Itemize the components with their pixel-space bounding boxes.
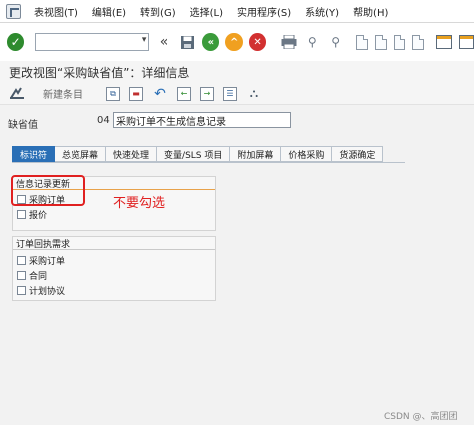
delete-icon[interactable]: ▬ bbox=[129, 86, 143, 101]
prev-page-icon[interactable] bbox=[375, 34, 387, 50]
checkbox-row-ack-purchase-order: 采购订单 bbox=[17, 254, 66, 267]
back-icon[interactable]: « bbox=[202, 33, 220, 51]
select-block-icon[interactable]: ☰ bbox=[223, 86, 237, 101]
menu-utilities[interactable]: 实用程序(S) bbox=[230, 4, 298, 19]
next-entry-icon[interactable]: → bbox=[200, 86, 214, 101]
tab-price-purchasing[interactable]: 价格采购 bbox=[281, 146, 333, 162]
default-value-description: 采购订单不生成信息记录 bbox=[116, 116, 226, 128]
transport-icon[interactable]: ⛬ bbox=[246, 86, 262, 101]
checkbox-row-schedule-agreement: 计划协议 bbox=[17, 284, 66, 297]
tab-variant-sls-item[interactable]: 变量/SLS 项目 bbox=[157, 146, 231, 162]
first-page-icon[interactable] bbox=[356, 34, 369, 50]
application-toolbar: 新建条目 ⧉ ▬ ↶ ← → ☰ ⛬ bbox=[0, 83, 474, 105]
shortcut-icon[interactable] bbox=[458, 35, 474, 49]
checkbox-ack-purchase-order[interactable] bbox=[17, 255, 26, 265]
title-bar: 更改视图“采购缺省值”：详细信息 bbox=[0, 61, 474, 83]
menu-goto[interactable]: 转到(G) bbox=[133, 4, 183, 19]
checkbox-label: 合同 bbox=[29, 271, 48, 282]
find-next-icon[interactable]: ⚲ bbox=[327, 33, 344, 51]
menu-help[interactable]: 帮助(H) bbox=[346, 4, 395, 19]
display-change-icon[interactable] bbox=[9, 86, 25, 101]
checkbox-schedule-agreement[interactable] bbox=[17, 285, 26, 295]
tabstrip: 标识符 总览屏幕 快速处理 变量/SLS 项目 附加屏幕 价格采购 货源确定 bbox=[12, 146, 384, 162]
checkbox-row-quotation: 报价 bbox=[17, 208, 48, 221]
checkbox-quotation[interactable] bbox=[17, 209, 26, 219]
back-double-icon[interactable]: « bbox=[155, 33, 172, 51]
command-field[interactable]: ▾ bbox=[35, 33, 150, 51]
print-icon[interactable] bbox=[280, 33, 297, 51]
menu-edit[interactable]: 编辑(E) bbox=[85, 4, 133, 19]
sap-menu-icon[interactable] bbox=[6, 3, 21, 19]
copy-as-icon[interactable]: ⧉ bbox=[106, 86, 120, 101]
save-icon[interactable] bbox=[179, 33, 196, 51]
checkbox-label: 采购订单 bbox=[29, 256, 66, 267]
cancel-icon[interactable]: ✕ bbox=[248, 33, 267, 51]
group-order-ack-requirement: 订单回执需求 采购订单 合同 计划协议 bbox=[12, 236, 216, 301]
new-entries-button[interactable]: 新建条目 bbox=[43, 86, 83, 101]
exit-icon[interactable]: ^ bbox=[225, 33, 243, 51]
next-page-icon[interactable] bbox=[393, 34, 406, 50]
menu-bar: 表视图(T) 编辑(E) 转到(G) 选择(L) 实用程序(S) 系统(Y) 帮… bbox=[0, 0, 474, 23]
tab-identifier[interactable]: 标识符 bbox=[12, 146, 56, 162]
chevron-down-icon[interactable]: ▾ bbox=[142, 35, 147, 45]
checkbox-label: 计划协议 bbox=[29, 286, 66, 297]
checkbox-contract[interactable] bbox=[17, 270, 26, 280]
checkbox-label: 报价 bbox=[29, 210, 48, 221]
menu-selection[interactable]: 选择(L) bbox=[183, 4, 230, 19]
tab-additional-screen[interactable]: 附加屏幕 bbox=[230, 146, 282, 162]
checkbox-row-contract: 合同 bbox=[17, 269, 48, 282]
default-value-key: 04 bbox=[97, 114, 110, 126]
group-divider bbox=[13, 249, 215, 250]
annotation-highlight-box bbox=[11, 175, 85, 206]
standard-toolbar: ✓ ▾ « « ^ ✕ ⚲ ⚲ bbox=[0, 23, 474, 61]
tab-fast-processing[interactable]: 快速处理 bbox=[106, 146, 158, 162]
undo-icon[interactable]: ↶ bbox=[152, 86, 168, 102]
menu-table-view[interactable]: 表视图(T) bbox=[27, 4, 85, 19]
annotation-note: 不要勾选 bbox=[113, 196, 166, 211]
menu-system[interactable]: 系统(Y) bbox=[298, 4, 346, 19]
page-title: 更改视图“采购缺省值”：详细信息 bbox=[9, 65, 190, 80]
tab-underline bbox=[12, 162, 405, 163]
tab-source-determination[interactable]: 货源确定 bbox=[332, 146, 384, 162]
create-session-icon[interactable] bbox=[435, 35, 452, 49]
enter-icon[interactable]: ✓ bbox=[7, 33, 25, 51]
last-page-icon[interactable] bbox=[412, 34, 424, 50]
previous-entry-icon[interactable]: ← bbox=[177, 86, 191, 101]
watermark: CSDN @、高团团 bbox=[384, 412, 458, 422]
tab-overview-screen[interactable]: 总览屏幕 bbox=[55, 146, 107, 162]
default-value-label: 缺省值 bbox=[8, 120, 38, 131]
default-value-description-field[interactable]: 采购订单不生成信息记录 bbox=[113, 112, 291, 128]
main-area: 缺省值 04 采购订单不生成信息记录 标识符 总览屏幕 快速处理 变量/SLS … bbox=[0, 106, 474, 425]
find-icon[interactable]: ⚲ bbox=[304, 33, 321, 51]
